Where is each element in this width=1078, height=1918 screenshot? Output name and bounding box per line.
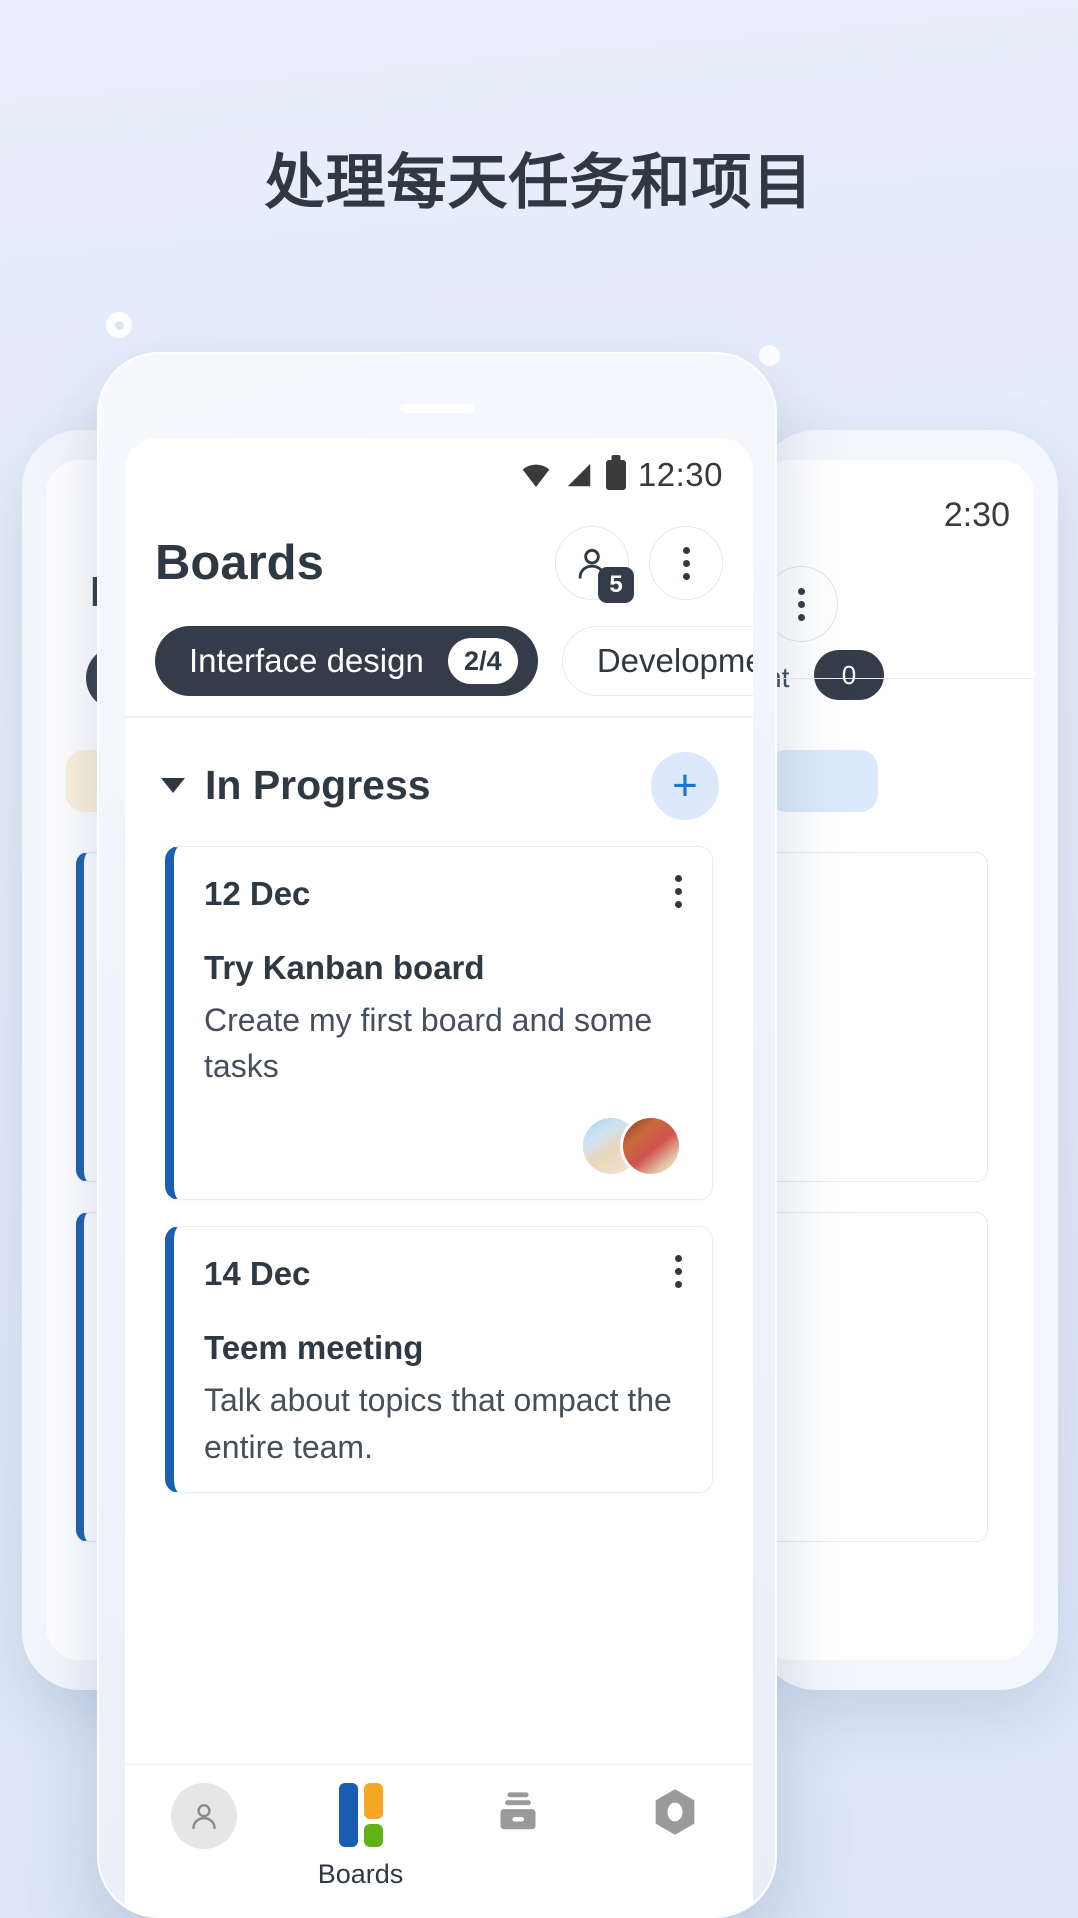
task-card-title: Try Kanban board xyxy=(204,948,485,986)
profile-avatar-icon xyxy=(170,1783,237,1849)
task-card-avatars xyxy=(580,1115,682,1178)
section-title: In Progress xyxy=(205,762,431,808)
boards-logo-bars-right xyxy=(363,1783,383,1847)
app-header: Boards 5 xyxy=(125,512,753,608)
decorative-dot xyxy=(759,345,780,366)
nav-item-settings[interactable] xyxy=(600,1783,750,1846)
phone-speaker xyxy=(400,404,474,413)
nav-item-boards[interactable]: Boards xyxy=(286,1783,436,1890)
background-phone-right: 2:30 nt 0 xyxy=(758,430,1058,1690)
background-right-chip-count: 0 xyxy=(814,650,884,700)
foreground-phone: 12:30 Boards 5 Interface design 2/4 Deve… xyxy=(97,352,777,1918)
bottom-navigation: Boards xyxy=(125,1764,753,1916)
task-card[interactable]: 12 Dec Try Kanban board Create my first … xyxy=(165,845,713,1201)
avatar xyxy=(620,1115,682,1178)
header-actions: 5 xyxy=(555,526,723,603)
status-bar: 12:30 xyxy=(125,438,753,512)
board-tab-development[interactable]: Development 0 xyxy=(561,626,753,696)
board-tab-count: 2/4 xyxy=(447,638,518,684)
task-card-footer xyxy=(204,1115,682,1178)
board-tabs: Interface design 2/4 Development 0 xyxy=(125,608,753,716)
task-card-date: 12 Dec xyxy=(204,874,311,912)
nav-item-profile[interactable] xyxy=(129,1783,279,1849)
page-title: Boards xyxy=(155,536,324,590)
task-card[interactable]: 14 Dec Teem meeting Talk about topics th… xyxy=(165,1226,713,1494)
section-header: In Progress + xyxy=(125,718,753,846)
settings-hex-icon xyxy=(646,1783,704,1846)
task-card-top: 12 Dec xyxy=(204,874,682,913)
status-time: 12:30 xyxy=(637,456,723,493)
chevron-down-icon[interactable] xyxy=(161,778,185,793)
kebab-menu-icon xyxy=(682,546,690,580)
kebab-menu-icon xyxy=(797,587,805,621)
battery-icon xyxy=(605,460,626,490)
boards-logo-bar-green xyxy=(363,1824,383,1847)
kebab-menu-icon[interactable] xyxy=(675,1255,682,1289)
overflow-menu-button[interactable] xyxy=(649,526,723,600)
archive-icon xyxy=(490,1783,546,1844)
boards-logo-icon xyxy=(338,1783,383,1849)
background-phone-right-screen: 2:30 nt 0 xyxy=(758,460,1034,1660)
background-right-pill xyxy=(768,750,878,812)
nav-label-boards: Boards xyxy=(317,1859,404,1889)
board-tab-label: Interface design xyxy=(189,642,424,679)
nav-item-archive[interactable] xyxy=(443,1783,593,1844)
decorative-ring xyxy=(106,312,132,338)
members-button[interactable]: 5 xyxy=(555,526,634,603)
background-right-card xyxy=(758,852,988,1182)
phone-screen: 12:30 Boards 5 Interface design 2/4 Deve… xyxy=(125,438,753,1916)
task-list: 12 Dec Try Kanban board Create my first … xyxy=(125,845,753,1494)
boards-logo-bar-orange xyxy=(363,1783,383,1819)
board-tab-interface-design[interactable]: Interface design 2/4 xyxy=(155,626,538,696)
background-right-divider xyxy=(758,678,1034,679)
task-card-title: Teem meeting xyxy=(204,1329,424,1367)
wifi-icon xyxy=(520,459,552,491)
task-card-description: Talk about topics that ompact the entire… xyxy=(204,1382,672,1465)
boards-logo-bar-blue xyxy=(338,1783,358,1847)
add-task-button[interactable]: + xyxy=(651,751,719,820)
signal-icon xyxy=(564,460,594,490)
page-headline: 处理每天任务和项目 xyxy=(264,148,814,218)
background-right-card xyxy=(758,1212,988,1542)
task-card-top: 14 Dec xyxy=(204,1255,682,1293)
task-card-description: Create my first board and some tasks xyxy=(204,1001,653,1084)
members-badge: 5 xyxy=(598,567,634,603)
kebab-menu-icon[interactable] xyxy=(675,874,682,908)
section-header-left[interactable]: In Progress xyxy=(161,762,431,809)
task-card-date: 14 Dec xyxy=(204,1255,311,1293)
board-tab-label: Development xyxy=(596,642,753,679)
background-right-time: 2:30 xyxy=(943,496,1010,534)
